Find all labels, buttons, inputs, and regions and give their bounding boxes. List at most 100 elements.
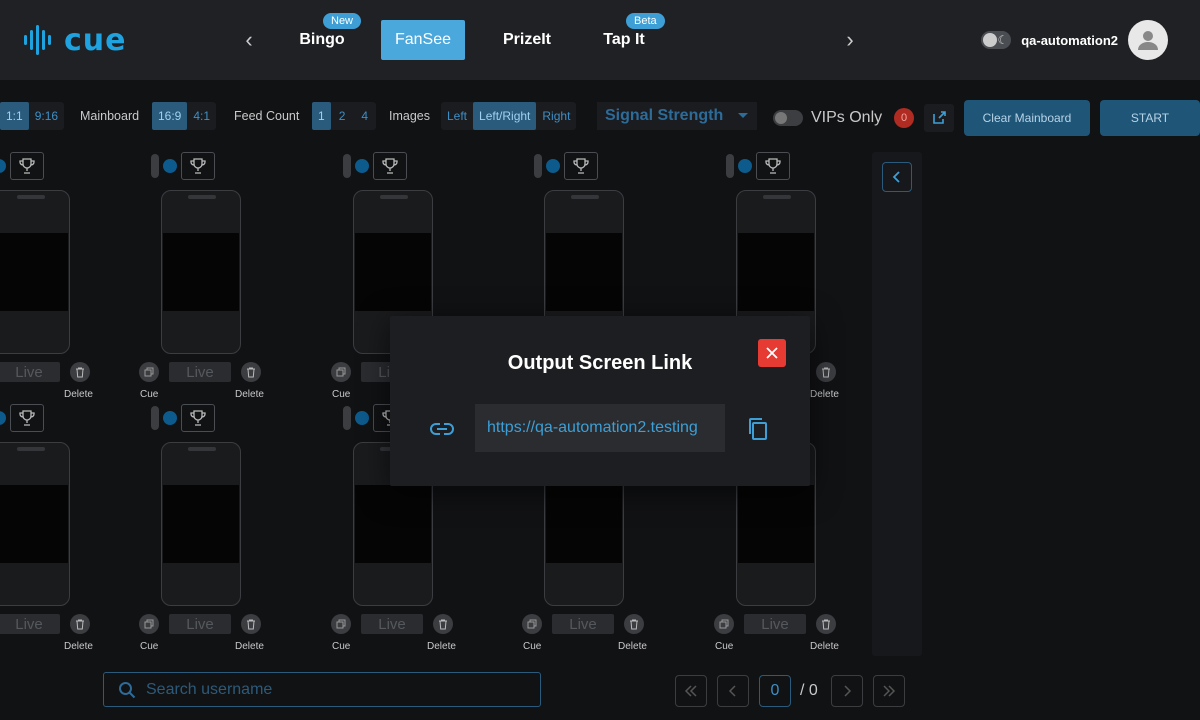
live-button[interactable]: Live	[169, 362, 231, 382]
delete-button[interactable]	[70, 614, 90, 634]
live-button[interactable]: Live	[744, 614, 806, 634]
nav-prev-arrow[interactable]: ‹	[237, 27, 261, 52]
phone-preview[interactable]	[0, 190, 70, 354]
delete-label: Delete	[64, 389, 93, 400]
images-option[interactable]: Left/Right	[473, 102, 537, 130]
cue-label: Cue	[715, 641, 734, 652]
start-button[interactable]: START	[1100, 100, 1200, 136]
delete-button[interactable]	[241, 362, 261, 382]
tab-fansee[interactable]: FanSee	[381, 20, 465, 60]
live-button[interactable]: Live	[169, 614, 231, 634]
live-button[interactable]: Live	[361, 614, 423, 634]
current-page[interactable]: 0	[759, 675, 791, 707]
search-icon	[119, 681, 136, 698]
live-button[interactable]: Live	[552, 614, 614, 634]
feed-count-option[interactable]: 4	[353, 102, 376, 130]
open-output-button[interactable]	[924, 104, 954, 132]
cue-button[interactable]	[331, 362, 351, 382]
vips-switch[interactable]	[773, 110, 803, 126]
aspect-option[interactable]: 1:1	[0, 102, 29, 130]
copy-link-button[interactable]	[746, 416, 770, 442]
cue-logo[interactable]: cue	[22, 22, 127, 58]
tab-bingo[interactable]: Bingo New	[290, 13, 362, 60]
winner-button[interactable]	[181, 404, 215, 432]
top-header: cue ‹ Bingo New FanSee PrizeIt Tap It Be…	[0, 0, 1200, 80]
theme-toggle[interactable]: ☾	[981, 31, 1012, 49]
delete-label: Delete	[810, 641, 839, 652]
delete-label: Delete	[64, 641, 93, 652]
phone-screen	[0, 485, 68, 563]
mainboard-option[interactable]: 4:1	[187, 102, 216, 130]
winner-button[interactable]	[373, 152, 407, 180]
images-label: Images	[389, 109, 430, 123]
images-option[interactable]: Left	[441, 102, 473, 130]
winner-button[interactable]	[181, 152, 215, 180]
last-page-button[interactable]	[873, 675, 905, 707]
live-button[interactable]: Live	[0, 362, 60, 382]
mainboard-option[interactable]: 16:9	[152, 102, 188, 130]
output-url-text: https://qa-automation2.testing	[487, 419, 698, 436]
output-url-field[interactable]: https://qa-automation2.testing	[475, 404, 725, 452]
delete-button[interactable]	[70, 362, 90, 382]
cue-button[interactable]	[714, 614, 734, 634]
feed-toggle[interactable]	[343, 406, 351, 430]
collapse-panel-button[interactable]	[882, 162, 912, 192]
delete-button[interactable]	[816, 362, 836, 382]
close-modal-button[interactable]	[758, 339, 786, 367]
winner-button[interactable]	[10, 404, 44, 432]
delete-button[interactable]	[624, 614, 644, 634]
sort-dropdown[interactable]: Signal Strength	[597, 102, 757, 130]
tab-prizeit[interactable]: PrizeIt	[492, 20, 562, 60]
tab-tapit[interactable]: Tap It Beta	[596, 13, 665, 60]
feed-toggle[interactable]	[151, 406, 159, 430]
delete-button[interactable]	[433, 614, 453, 634]
aspect-option[interactable]: 9:16	[29, 102, 64, 130]
phone-preview[interactable]	[161, 190, 241, 354]
delete-button[interactable]	[816, 614, 836, 634]
external-link-icon	[933, 111, 946, 124]
vip-count-badge: 0	[894, 108, 914, 128]
trophy-icon	[18, 157, 36, 175]
chevron-left-icon	[892, 171, 900, 183]
cue-label: Cue	[332, 641, 351, 652]
feed-count-option[interactable]: 2	[331, 102, 354, 130]
soundwave-icon	[24, 25, 51, 55]
avatar[interactable]	[1128, 20, 1168, 60]
cell-controls	[534, 152, 598, 180]
feed-toggle[interactable]	[343, 154, 351, 178]
delete-button[interactable]	[241, 614, 261, 634]
cue-label: Cue	[140, 641, 159, 652]
delete-label: Delete	[810, 389, 839, 400]
cell-actions: Live Cue Delete	[522, 614, 647, 652]
search-input[interactable]	[146, 680, 506, 699]
nav-next-arrow[interactable]: ›	[838, 27, 862, 52]
trophy-icon	[189, 409, 207, 427]
feed-count-option[interactable]: 1	[312, 102, 331, 130]
cue-button[interactable]	[139, 614, 159, 634]
prev-page-button[interactable]	[717, 675, 749, 707]
phone-preview[interactable]	[0, 442, 70, 606]
feed-toggle[interactable]	[151, 154, 159, 178]
images-option[interactable]: Right	[536, 102, 576, 130]
live-button[interactable]: Live	[0, 614, 60, 634]
phone-screen	[355, 485, 431, 563]
signal-dot	[0, 159, 6, 173]
trophy-icon	[572, 157, 590, 175]
clear-mainboard-button[interactable]: Clear Mainboard	[964, 100, 1090, 136]
phone-preview[interactable]	[161, 442, 241, 606]
winner-button[interactable]	[564, 152, 598, 180]
winner-button[interactable]	[756, 152, 790, 180]
feed-toggle[interactable]	[726, 154, 734, 178]
feed-toggle[interactable]	[534, 154, 542, 178]
phone-notch	[763, 195, 791, 199]
cue-button[interactable]	[331, 614, 351, 634]
sort-value: Signal Strength	[605, 107, 724, 124]
chevron-left-icon	[728, 685, 736, 697]
cue-button[interactable]	[139, 362, 159, 382]
cue-button[interactable]	[522, 614, 542, 634]
winner-button[interactable]	[10, 152, 44, 180]
next-page-button[interactable]	[831, 675, 863, 707]
trophy-icon	[189, 157, 207, 175]
first-page-button[interactable]	[675, 675, 707, 707]
cue-label: Cue	[332, 389, 351, 400]
